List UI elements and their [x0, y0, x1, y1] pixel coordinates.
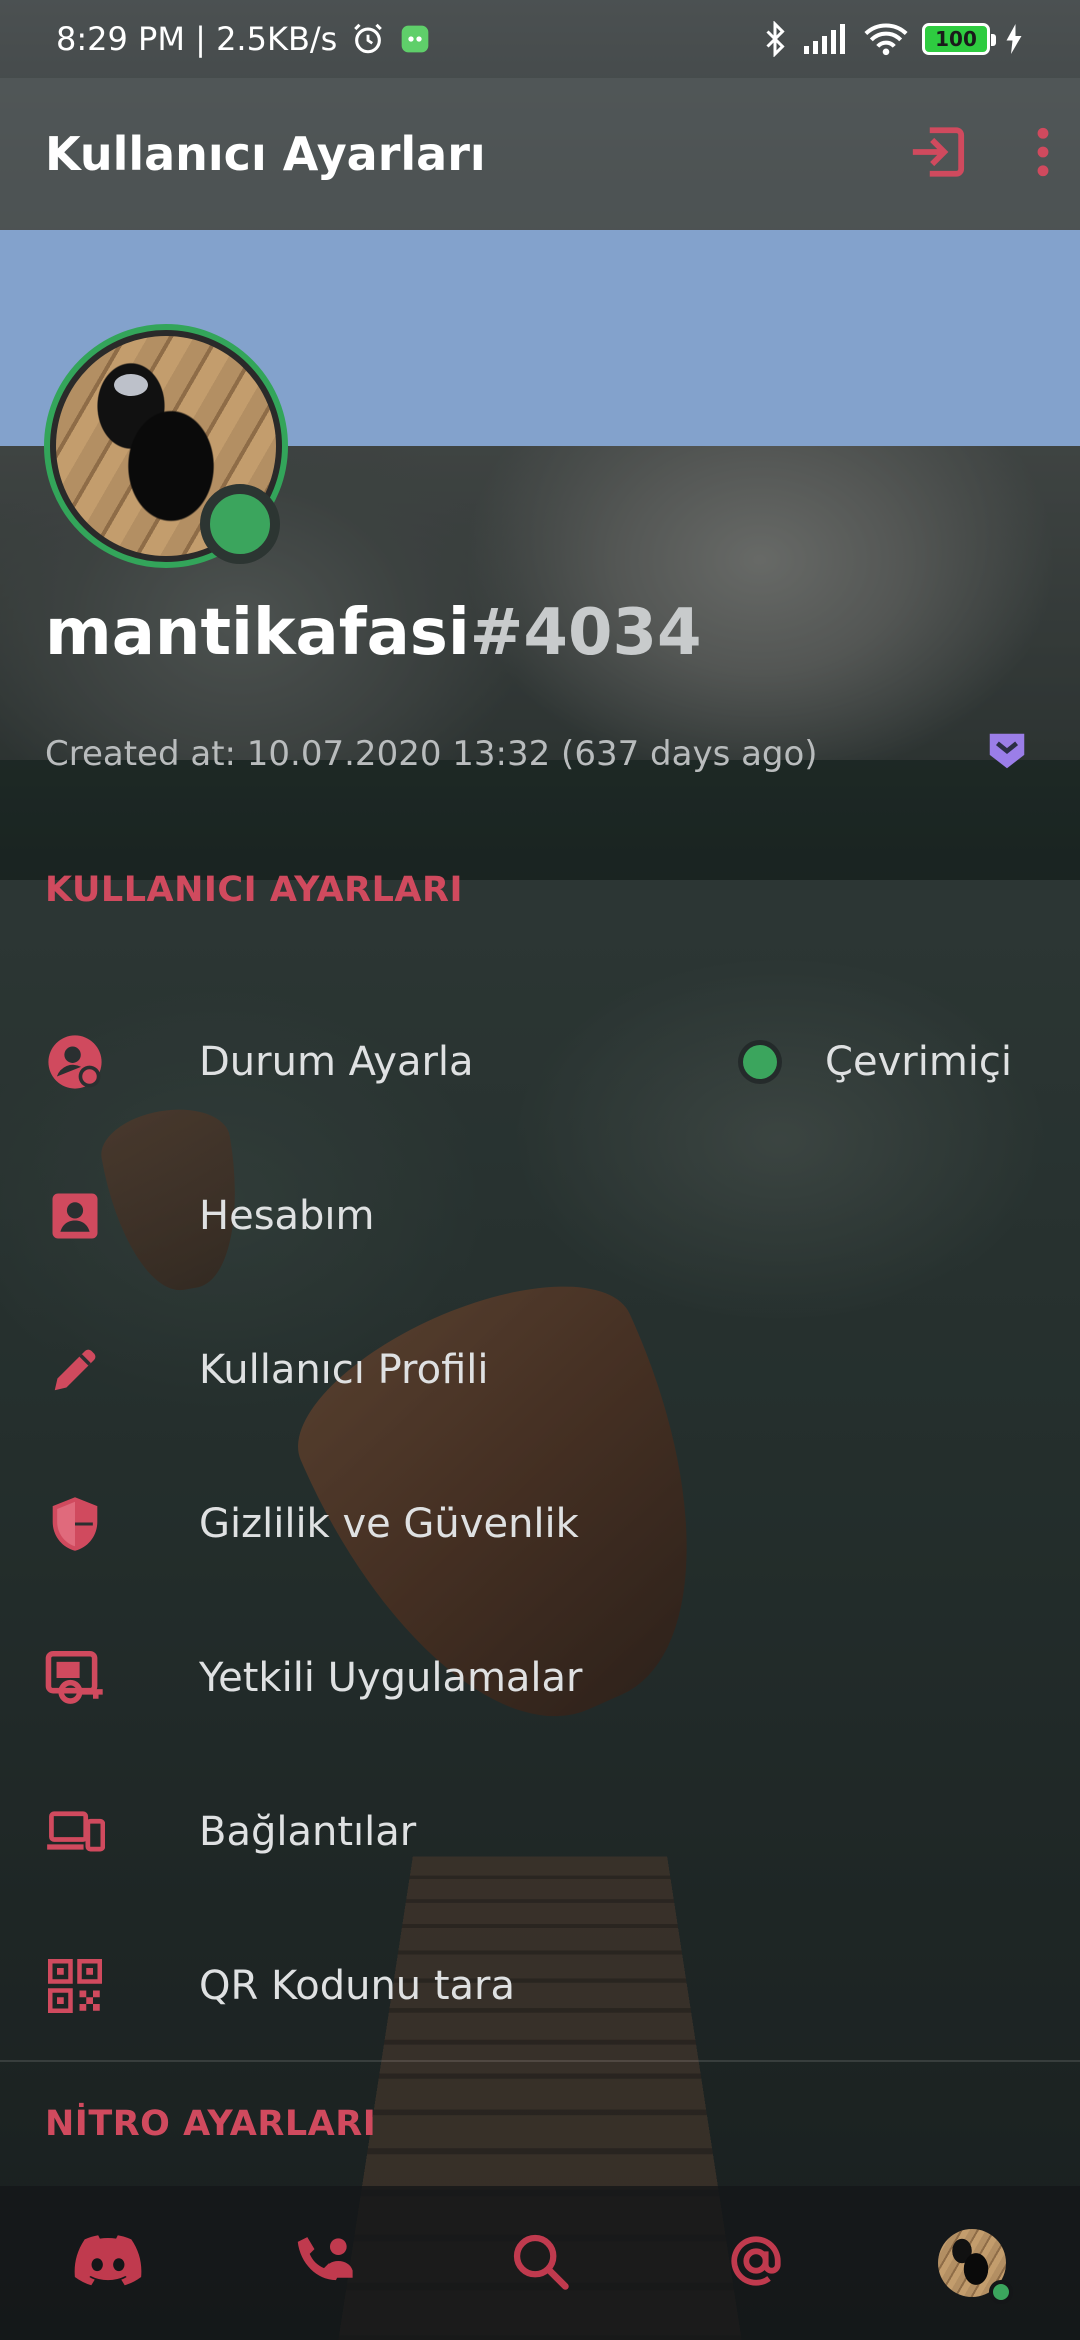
app-bar: Kullanıcı Ayarları	[0, 78, 1080, 230]
pencil-icon	[45, 1340, 105, 1400]
bluetooth-icon	[762, 21, 788, 57]
menu-item-label: Kullanıcı Profili	[199, 1347, 489, 1393]
qr-code-icon	[45, 1956, 105, 2016]
shield-icon	[45, 1494, 105, 1554]
search-icon	[511, 2232, 569, 2294]
nav-friends-button[interactable]	[269, 2208, 379, 2318]
current-status-label: Çevrimiçi	[825, 1039, 1012, 1085]
nav-mentions-button[interactable]	[701, 2208, 811, 2318]
menu-item-authorized-apps[interactable]: Yetkili Uygulamalar	[0, 1601, 1080, 1755]
menu-item-label: Gizlilik ve Güvenlik	[199, 1501, 579, 1547]
page-title: Kullanıcı Ayarları	[45, 127, 486, 181]
status-time-speed: 8:29 PM | 2.5KB/s	[56, 20, 338, 58]
discord-home-icon	[73, 2234, 143, 2292]
battery-icon: 100	[922, 23, 996, 55]
account-created-date: Created at: 10.07.2020 13:32 (637 days a…	[45, 734, 818, 774]
online-status-indicator	[200, 484, 280, 564]
hypesquad-badge-icon[interactable]	[984, 728, 1030, 774]
nav-search-button[interactable]	[485, 2208, 595, 2318]
bottom-navigation	[0, 2186, 1080, 2340]
section-header-nitro-settings: NİTRO AYARLARI	[45, 2104, 377, 2144]
menu-item-my-account[interactable]: Hesabım	[0, 1139, 1080, 1293]
nav-home-button[interactable]	[53, 2208, 163, 2318]
status-person-icon	[45, 1032, 105, 1092]
menu-item-privacy-security[interactable]: Gizlilik ve Güvenlik	[0, 1447, 1080, 1601]
menu-item-scan-qr[interactable]: QR Kodunu tara	[0, 1909, 1080, 2063]
menu-item-label: QR Kodunu tara	[199, 1963, 516, 2009]
menu-item-label: Hesabım	[199, 1193, 375, 1239]
username-name: mantikafasi	[45, 596, 470, 670]
devices-icon	[45, 1802, 105, 1862]
charging-icon	[1004, 24, 1024, 54]
menu-item-connections[interactable]: Bağlantılar	[0, 1755, 1080, 1909]
wifi-icon	[864, 22, 908, 56]
more-options-icon[interactable]	[1036, 127, 1050, 181]
section-header-user-settings: KULLANICI AYARLARI	[45, 870, 463, 910]
alarm-icon	[351, 22, 385, 56]
online-dot-icon	[989, 2280, 1013, 2304]
logout-icon[interactable]	[908, 125, 966, 183]
online-dot-icon	[743, 1045, 778, 1079]
friends-icon	[293, 2234, 355, 2292]
nav-profile-button[interactable]	[917, 2208, 1027, 2318]
account-card-icon	[45, 1186, 105, 1246]
section-divider	[0, 2060, 1080, 2062]
menu-item-label: Durum Ayarla	[199, 1039, 474, 1085]
username: mantikafasi#4034	[45, 596, 702, 670]
notification-app-icon	[399, 23, 431, 55]
menu-item-user-profile[interactable]: Kullanıcı Profili	[0, 1293, 1080, 1447]
authorized-apps-icon	[45, 1648, 105, 1708]
menu-item-label: Yetkili Uygulamalar	[199, 1655, 583, 1701]
mentions-icon	[727, 2232, 785, 2294]
username-discriminator: #4034	[469, 596, 702, 670]
status-bar: 8:29 PM | 2.5KB/s 100	[0, 0, 1080, 78]
signal-icon	[802, 24, 850, 54]
user-settings-menu: Durum Ayarla Çevrimiçi Hesabım Kullanıcı…	[0, 985, 1080, 2063]
current-status: Çevrimiçi	[743, 1039, 1012, 1085]
menu-item-set-status[interactable]: Durum Ayarla Çevrimiçi	[0, 985, 1080, 1139]
menu-item-label: Bağlantılar	[199, 1809, 417, 1855]
